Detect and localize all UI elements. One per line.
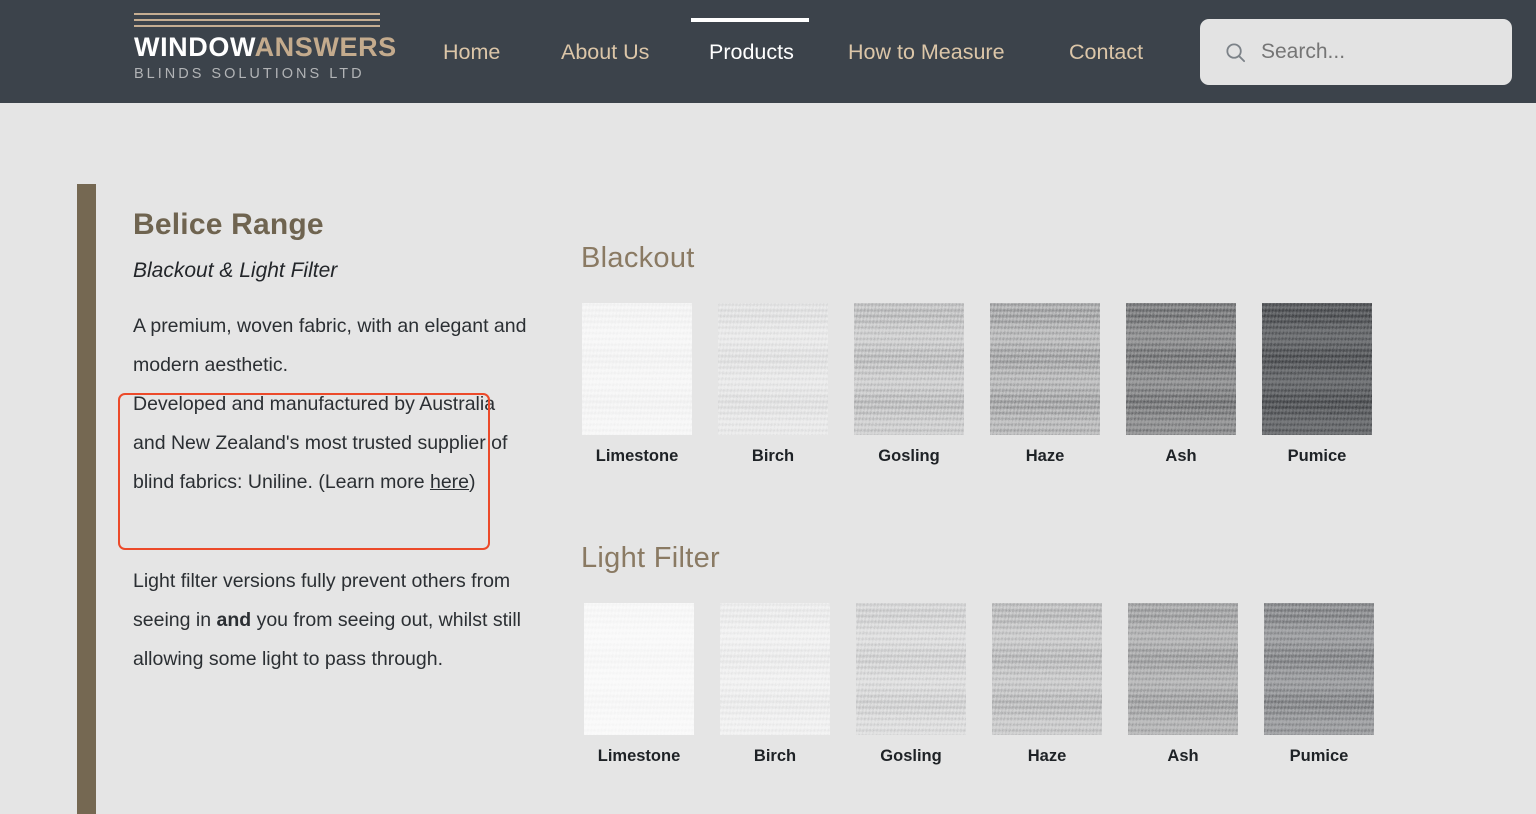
fabric-swatch-birch[interactable] — [718, 303, 828, 435]
swatch-label: Haze — [1027, 747, 1067, 765]
logo-rule-1 — [134, 13, 380, 15]
swatch-label: Haze — [1025, 447, 1065, 465]
swatch-label: Birch — [753, 747, 797, 765]
learn-more-here-link[interactable]: here — [430, 471, 469, 493]
swatch-label: Pumice — [1289, 747, 1349, 765]
fabric-texture — [1128, 603, 1238, 735]
nav-item-contact[interactable]: Contact — [1069, 40, 1143, 65]
nav-item-about-us[interactable]: About Us — [561, 40, 649, 65]
swatch-cell[interactable]: Pumice — [1264, 603, 1374, 766]
fabric-texture — [856, 603, 966, 735]
nav-item-how-to-measure[interactable]: How to Measure — [848, 40, 1005, 65]
nav-item-home[interactable]: Home — [443, 40, 500, 65]
swatch-cell[interactable]: Birch — [720, 603, 830, 766]
search-icon — [1224, 41, 1247, 64]
fabric-swatch-pumice[interactable] — [1264, 603, 1374, 735]
fabric-texture — [718, 303, 828, 435]
description-paragraph-2: Light filter versions fully prevent othe… — [133, 562, 533, 679]
swatch-cell[interactable]: Birch — [718, 303, 828, 466]
logo-wordmark: WINDOWANSWERS — [134, 32, 396, 62]
swatch-cell[interactable]: Limestone — [582, 303, 692, 466]
swatch-label: Ash — [1165, 447, 1197, 465]
page-title: Belice Range — [133, 208, 324, 241]
fabric-swatch-gosling[interactable] — [856, 603, 966, 735]
fabric-swatch-gosling[interactable] — [854, 303, 964, 435]
page-subtitle: Blackout & Light Filter — [133, 258, 338, 282]
fabric-swatch-birch[interactable] — [720, 603, 830, 735]
active-tab-indicator — [691, 18, 809, 22]
product-description-panel: Belice Range Blackout & Light Filter A p… — [118, 208, 533, 679]
left-accent-bar — [77, 184, 96, 814]
fabric-swatch-haze[interactable] — [990, 303, 1100, 435]
swatch-label: Gosling — [880, 747, 942, 765]
logo-rule-3 — [134, 25, 380, 27]
swatch-cell[interactable]: Pumice — [1262, 303, 1372, 466]
fabric-texture — [1264, 603, 1374, 735]
fabric-texture — [582, 303, 692, 435]
fabric-texture — [1262, 303, 1372, 435]
fabric-swatch-pumice[interactable] — [1262, 303, 1372, 435]
fabric-texture — [584, 603, 694, 735]
logo-rules-decoration — [134, 13, 380, 27]
section-heading-blackout: Blackout — [581, 242, 695, 274]
swatch-label: Ash — [1167, 747, 1199, 765]
logo-word-window: WINDOW — [134, 32, 255, 62]
logo-rule-2 — [134, 19, 380, 21]
search-input[interactable] — [1261, 40, 1481, 64]
search-box[interactable] — [1200, 19, 1512, 85]
description-paragraph-1: A premium, woven fabric, with an elegant… — [133, 314, 527, 376]
fabric-swatch-haze[interactable] — [992, 603, 1102, 735]
swatch-row-light-filter: Limestone Birch Gosling Haze Ash Pumice — [584, 603, 1374, 766]
paragraph-2-emphasis: and — [216, 608, 252, 631]
swatch-cell[interactable]: Gosling — [856, 603, 966, 766]
swatch-cell[interactable]: Haze — [990, 303, 1100, 466]
nav-item-products[interactable]: Products — [709, 40, 794, 65]
swatch-cell[interactable]: Haze — [992, 603, 1102, 766]
site-header: WINDOWANSWERS BLINDS SOLUTIONS LTD Home … — [0, 0, 1536, 103]
swatch-cell[interactable]: Ash — [1126, 303, 1236, 466]
fabric-swatch-ash[interactable] — [1128, 603, 1238, 735]
fabric-swatch-limestone[interactable] — [582, 303, 692, 435]
fabric-swatch-ash[interactable] — [1126, 303, 1236, 435]
fabric-texture — [990, 303, 1100, 435]
swatch-cell[interactable]: Gosling — [854, 303, 964, 466]
fabric-texture — [720, 603, 830, 735]
fabric-texture — [854, 303, 964, 435]
swatch-cell[interactable]: Ash — [1128, 603, 1238, 766]
section-heading-light-filter: Light Filter — [581, 542, 720, 574]
fabric-texture — [1126, 303, 1236, 435]
site-logo[interactable]: WINDOWANSWERS BLINDS SOLUTIONS LTD — [134, 13, 396, 83]
fabric-swatch-limestone[interactable] — [584, 603, 694, 735]
swatch-label: Limestone — [597, 747, 681, 765]
swatch-label: Limestone — [595, 447, 679, 465]
swatch-cell[interactable]: Limestone — [584, 603, 694, 766]
fabric-texture — [992, 603, 1102, 735]
swatch-label: Pumice — [1287, 447, 1347, 465]
swatch-row-blackout: Limestone Birch Gosling Haze Ash Pumice — [582, 303, 1372, 466]
swatch-label: Gosling — [878, 447, 940, 465]
description-paragraph-highlighted: Developed and manufactured by Australia … — [133, 385, 533, 502]
swatch-label: Birch — [751, 447, 795, 465]
highlighted-text-after-link: ) — [469, 470, 476, 493]
logo-word-answers: ANSWERS — [254, 32, 397, 62]
logo-subtitle: BLINDS SOLUTIONS LTD — [134, 66, 365, 83]
